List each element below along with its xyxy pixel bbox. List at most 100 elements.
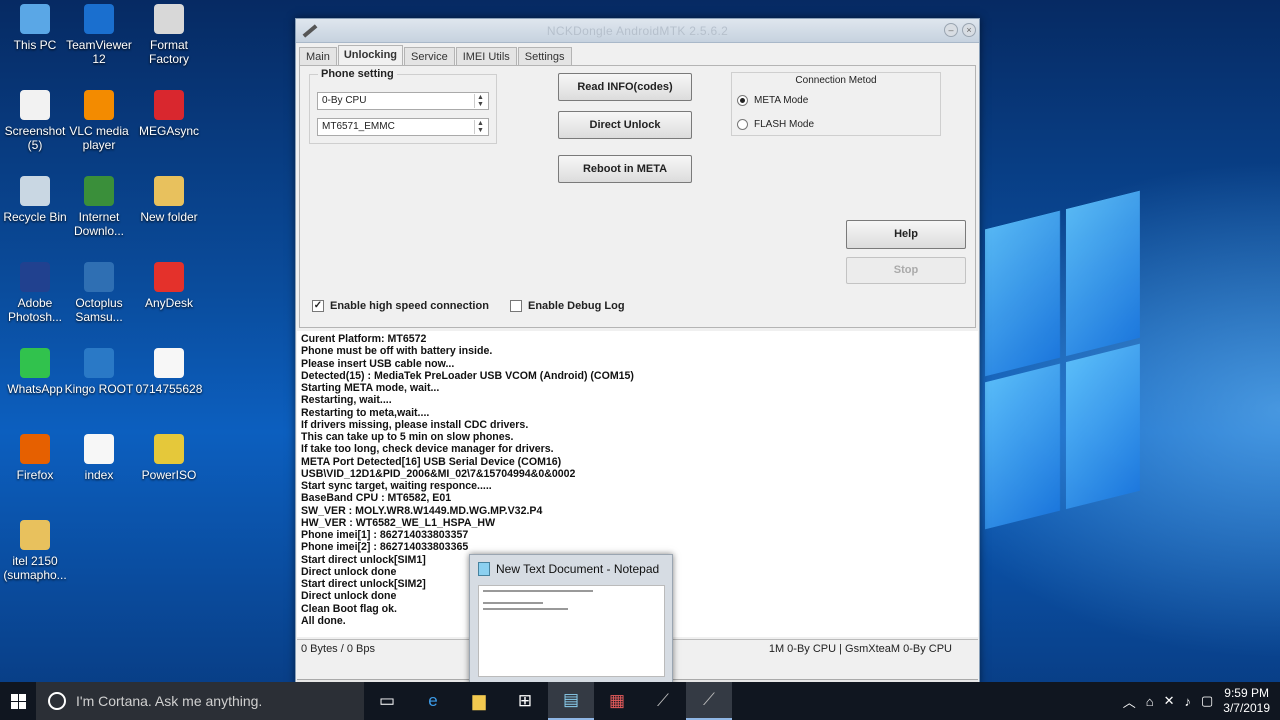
desktop-icon[interactable]: Recycle Bin [0,176,70,224]
desktop-icon[interactable]: Kingo ROOT [64,348,134,396]
edge-icon[interactable]: e [410,682,456,720]
poweriso-icon [154,434,184,464]
desktop-icon-label: MEGAsync [138,124,199,138]
desktop-icon[interactable]: TeamViewer 12 [64,4,134,66]
nckdongle-taskbar-icon[interactable]: ⟋ [640,682,686,720]
desktop-icon[interactable]: VLC media player [64,90,134,152]
desktop-icon[interactable]: WhatsApp [0,348,70,396]
start-button[interactable] [0,682,36,720]
chip-select-value: MT6571_EMMC [322,121,395,132]
reboot-meta-button[interactable]: Reboot in META [558,155,692,183]
system-tray: ︿ ⌂ ✕ ♪ ▢ 9:59 PM 3/7/2019 [1123,686,1280,716]
desktop-icon-label: TeamViewer 12 [66,38,132,66]
desktop-icon[interactable]: MEGAsync [134,90,204,138]
minimize-button[interactable]: – [944,23,958,37]
tab-unlocking[interactable]: Unlocking [337,45,404,66]
log-line: META Port Detected[16] USB Serial Device… [301,455,562,468]
notepad-taskbar-icon[interactable]: ▤ [548,682,594,720]
phone-setting-label: Phone setting [318,68,397,80]
desktop-icon[interactable]: Adobe Photosh... [0,262,70,324]
log-line: Detected(15) : MediaTek PreLoader USB VC… [301,369,634,382]
chip-select[interactable]: MT6571_EMMC ▲ ▼ [317,118,489,136]
high-speed-checkbox[interactable]: ✓ Enable high speed connection [312,300,489,312]
whatsapp-icon [20,348,50,378]
notepad-icon [478,562,490,576]
desktop-icon[interactable]: Octoplus Samsu... [64,262,134,324]
desktop-icon-label: Internet Downlo... [73,210,125,238]
desktop-icon[interactable]: index [64,434,134,482]
log-line: Restarting to meta,wait.... [301,406,430,419]
direct-unlock-button[interactable]: Direct Unlock [558,111,692,139]
desktop-icon[interactable]: itel 2150 (sumapho... [0,520,70,582]
unlocking-panel: Phone setting 0-By CPU ▲ ▼ MT6571_EMMC ▲ ▼… [299,65,976,328]
flash-mode-radio[interactable]: FLASH Mode [737,119,814,130]
desktop-icon-label: WhatsApp [7,382,63,396]
desktop-icon[interactable]: Format Factory [134,4,204,66]
file-explorer-icon[interactable]: ▆ [456,682,502,720]
meta-mode-radio[interactable]: META Mode [737,95,808,106]
desktop-icon-label: This PC [13,38,57,52]
winrar-icon[interactable]: ▦ [594,682,640,720]
tab-settings[interactable]: Settings [517,47,572,66]
tab-imei-utils[interactable]: IMEI Utils [455,47,517,66]
tab-main[interactable]: Main [299,47,337,66]
notepad-thumbnail [478,585,665,677]
unchecked-box-icon [510,300,522,312]
desktop-icon-label: 0714755628 [135,382,203,396]
flash-mode-label: FLASH Mode [754,119,815,130]
notification-icon[interactable]: ▢ [1201,693,1213,709]
phone-setting-group: Phone setting 0-By CPU ▲ ▼ MT6571_EMMC ▲ ▼ [309,68,497,144]
desktop-icon[interactable]: New folder [134,176,204,224]
help-button[interactable]: Help [846,220,966,249]
log-line: HW_VER : WT6582_WE_L1_HSPA_HW [301,516,496,529]
cortana-search-box[interactable]: I'm Cortana. Ask me anything. [36,682,364,720]
connection-method-group: Connection Metod META Mode FLASH Mode [731,72,941,136]
clock-date: 3/7/2019 [1223,701,1270,715]
nckdongle-taskbar-icon-active[interactable]: ⟋ [686,682,732,720]
task-view-icon[interactable]: ▭ [364,682,410,720]
photoshop-icon [20,262,50,292]
desktop-icon[interactable]: Firefox [0,434,70,482]
desktop-icon-label: Format Factory [148,38,189,66]
cpu-select[interactable]: 0-By CPU ▲ ▼ [317,92,489,110]
volume-icon[interactable]: ♪ [1184,694,1191,709]
log-line: BaseBand CPU : MT6582, E01 [301,492,452,505]
radio-unselected-icon [737,119,748,130]
chevron-up-icon[interactable]: ︿ [1123,692,1136,711]
folder-icon [20,520,50,550]
debug-log-checkbox[interactable]: Enable Debug Log [510,300,625,312]
store-icon[interactable]: ⊞ [502,682,548,720]
tab-bar: Main Unlocking Service IMEI Utils Settin… [299,45,573,66]
wifi-off-icon[interactable]: ✕ [1164,693,1175,709]
log-line: If take too long, check device manager f… [301,443,554,456]
clock[interactable]: 9:59 PM 3/7/2019 [1223,686,1270,716]
desktop-icon[interactable]: PowerISO [134,434,204,482]
teamviewer-icon [84,4,114,34]
notepad-thumbnail-preview[interactable]: New Text Document - Notepad [469,554,673,684]
spin-arrows-icon: ▲ ▼ [474,120,486,134]
desktop-icon[interactable]: This PC [0,4,70,52]
close-button[interactable]: × [962,23,976,37]
stop-button[interactable]: Stop [846,257,966,284]
cortana-placeholder: I'm Cortana. Ask me anything. [76,693,263,709]
desktop-icon-label: itel 2150 (sumapho... [3,554,67,582]
idm-icon [84,176,114,206]
desktop-icon[interactable]: Internet Downlo... [64,176,134,238]
tab-service[interactable]: Service [404,47,455,66]
desktop-icon-label: VLC media player [69,124,129,152]
windows-logo-wallpaper [985,190,1140,530]
recycle-bin-icon [20,176,50,206]
log-line: Restarting, wait.... [301,394,392,407]
taskbar: I'm Cortana. Ask me anything. ▭ e ▆ ⊞ ▤ … [0,682,1280,720]
radio-selected-icon [737,95,748,106]
title-bar[interactable]: NCKDongle AndroidMTK 2.5.6.2 – × [296,19,979,43]
desktop-icon[interactable]: Screenshot (5) [0,90,70,152]
network-icon[interactable]: ⌂ [1146,694,1154,709]
desktop-icon[interactable]: 0714755628 [134,348,204,396]
log-line: Phone imei[1] : 862714033803357 [301,529,469,541]
desktop-icon[interactable]: AnyDesk [134,262,204,310]
format-factory-icon [154,4,184,34]
window-title: NCKDongle AndroidMTK 2.5.6.2 [546,23,729,38]
windows-logo-icon [10,693,26,709]
read-info-button[interactable]: Read INFO(codes) [558,73,692,101]
